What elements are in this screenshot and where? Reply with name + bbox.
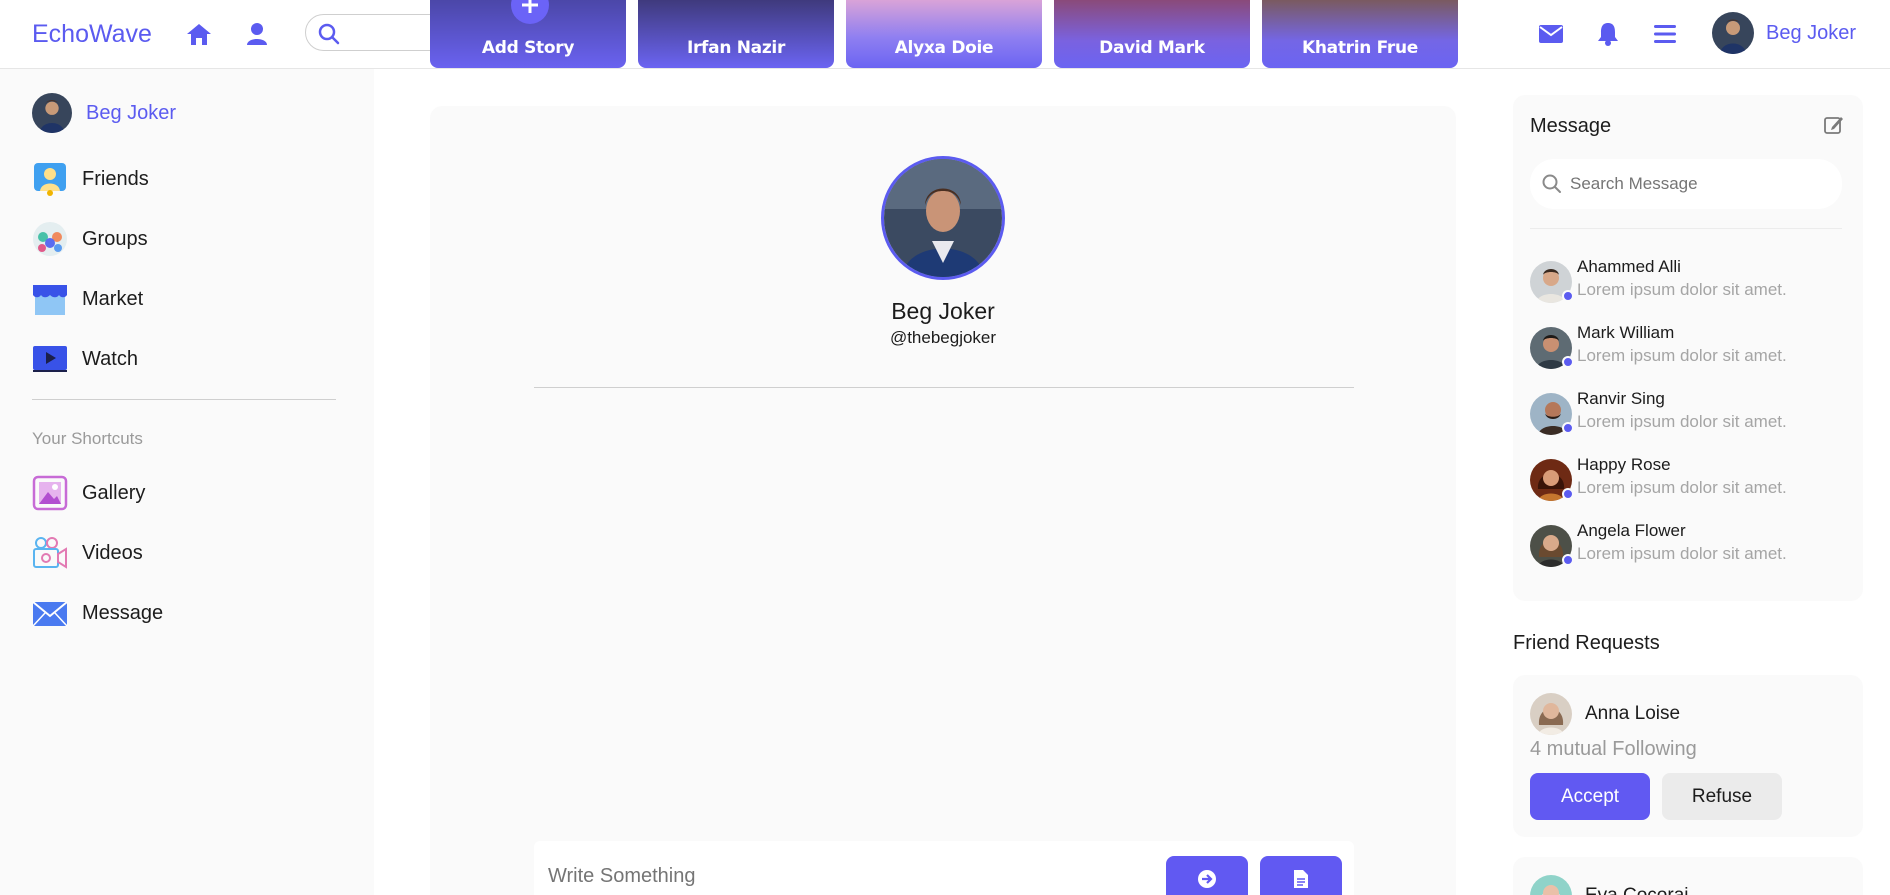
market-icon: [33, 285, 67, 315]
contact-name: Mark William: [1577, 323, 1675, 342]
online-indicator: [1562, 290, 1574, 302]
avatar: [1530, 693, 1572, 735]
sidebar-item-label: Message: [82, 601, 164, 624]
sidebar-item-label: Gallery: [82, 481, 146, 504]
story-card[interactable]: Khatrin Frue: [1262, 0, 1458, 68]
story-card[interactable]: David Mark: [1054, 0, 1250, 68]
avatar: [884, 159, 1002, 277]
sidebar-user-profile[interactable]: Beg Joker: [32, 93, 176, 133]
accept-button[interactable]: Accept: [1530, 773, 1650, 820]
groups-icon: [33, 222, 67, 256]
contact-preview: Lorem ipsum dolor sit amet.: [1577, 346, 1787, 365]
story-label: Add Story: [481, 38, 575, 58]
profile-handle: @thebegjoker: [889, 328, 997, 347]
friends-icon: [34, 163, 66, 196]
topbar-user-name: Beg Joker: [1766, 21, 1857, 44]
mail-icon[interactable]: [1535, 18, 1567, 50]
plus-icon: [511, 0, 549, 24]
contact-name: Ranvir Sing: [1577, 389, 1665, 408]
post-input[interactable]: [548, 863, 1128, 889]
sidebar-item-label: Groups: [82, 227, 148, 250]
messages-panel: Message Ahammed Alli Lorem ipsum dolor s…: [1513, 95, 1863, 601]
message-contact[interactable]: Happy Rose Lorem ipsum dolor sit amet.: [1530, 453, 1850, 503]
contact-name: Happy Rose: [1577, 455, 1671, 474]
contact-preview: Lorem ipsum dolor sit amet.: [1577, 478, 1787, 497]
story-label: Khatrin Frue: [1301, 38, 1419, 58]
message-contact[interactable]: Ahammed Alli Lorem ipsum dolor sit amet.: [1530, 255, 1850, 305]
story-card[interactable]: Alyxa Doie: [846, 0, 1042, 68]
message-search-bar[interactable]: [1530, 159, 1842, 209]
message-contact[interactable]: Mark William Lorem ipsum dolor sit amet.: [1530, 321, 1850, 371]
stories-strip: Add Story Irfan Nazir Alyxa Doie David M…: [430, 0, 1458, 69]
watch-icon: [33, 346, 67, 372]
message-contact[interactable]: Angela Flower Lorem ipsum dolor sit amet…: [1530, 519, 1850, 569]
search-icon: [1542, 174, 1562, 199]
sidebar-item-label: Market: [82, 287, 144, 310]
online-indicator: [1562, 356, 1574, 368]
request-name[interactable]: Eva Cocorai: [1585, 885, 1689, 895]
profile-name: Beg Joker: [891, 298, 995, 324]
sidebar-item-friends[interactable]: Friends: [32, 161, 149, 197]
post-composer: [534, 841, 1354, 895]
online-indicator: [1562, 422, 1574, 434]
story-card[interactable]: Irfan Nazir: [638, 0, 834, 68]
sidebar-item-label: Videos: [82, 541, 143, 564]
home-icon[interactable]: [183, 18, 215, 50]
story-label: Alyxa Doie: [894, 38, 994, 58]
online-indicator: [1562, 488, 1574, 500]
arrow-right-icon: [1198, 869, 1216, 888]
sidebar-item-message[interactable]: Message: [32, 595, 163, 631]
sidebar-item-videos[interactable]: Videos: [32, 535, 143, 571]
app-logo[interactable]: EchoWave: [32, 20, 152, 49]
shortcuts-title: Your Shortcuts: [32, 429, 143, 448]
friend-request-card: Anna Loise 4 mutual Following Accept Ref…: [1513, 675, 1863, 837]
menu-icon[interactable]: [1649, 18, 1681, 50]
message-contact[interactable]: Ranvir Sing Lorem ipsum dolor sit amet.: [1530, 387, 1850, 437]
profile-divider: [534, 387, 1354, 388]
sidebar-user-name: Beg Joker: [86, 101, 177, 124]
file-icon: [1294, 869, 1308, 888]
sidebar-item-groups[interactable]: Groups: [32, 221, 148, 257]
online-indicator: [1562, 554, 1574, 566]
friend-requests-title: Friend Requests: [1513, 632, 1660, 654]
sidebar-item-label: Watch: [82, 347, 138, 370]
user-icon[interactable]: [241, 18, 273, 50]
edit-icon[interactable]: [1824, 115, 1844, 140]
messages-divider: [1530, 228, 1842, 229]
contact-name: Angela Flower: [1577, 521, 1686, 540]
story-add[interactable]: Add Story: [430, 0, 626, 68]
contact-preview: Lorem ipsum dolor sit amet.: [1577, 280, 1787, 299]
videos-icon: [33, 537, 67, 569]
message-search-input[interactable]: [1570, 172, 1830, 196]
request-name[interactable]: Anna Loise: [1585, 703, 1680, 725]
gallery-icon: [32, 475, 68, 511]
messages-title: Message: [1530, 115, 1612, 137]
profile-feed-panel: Beg Joker @thebegjoker: [430, 106, 1456, 895]
friend-request-card: Eva Cocorai: [1513, 857, 1863, 895]
contact-preview: Lorem ipsum dolor sit amet.: [1577, 412, 1787, 431]
sidebar-divider: [32, 399, 336, 400]
sidebar-item-watch[interactable]: Watch: [32, 341, 138, 377]
avatar: [1712, 12, 1754, 54]
left-sidebar: Beg Joker Friends Groups Market Watch Yo…: [0, 69, 374, 895]
send-button[interactable]: [1166, 856, 1248, 895]
mutual-following: 4 mutual Following: [1530, 738, 1697, 760]
sidebar-item-label: Friends: [82, 167, 149, 190]
contact-preview: Lorem ipsum dolor sit amet.: [1577, 544, 1787, 563]
refuse-button[interactable]: Refuse: [1662, 773, 1782, 820]
search-icon: [318, 23, 340, 50]
sidebar-item-gallery[interactable]: Gallery: [32, 475, 145, 511]
topbar-user-profile[interactable]: Beg Joker: [1712, 12, 1856, 54]
story-label: Irfan Nazir: [686, 38, 786, 58]
message-icon: [32, 601, 68, 627]
story-label: David Mark: [1099, 38, 1205, 58]
sidebar-item-market[interactable]: Market: [32, 281, 143, 317]
contact-name: Ahammed Alli: [1577, 257, 1681, 276]
profile-avatar[interactable]: [881, 156, 1005, 280]
attach-file-button[interactable]: [1260, 856, 1342, 895]
bell-icon[interactable]: [1592, 18, 1624, 50]
avatar: [1530, 875, 1572, 895]
avatar: [32, 93, 72, 133]
